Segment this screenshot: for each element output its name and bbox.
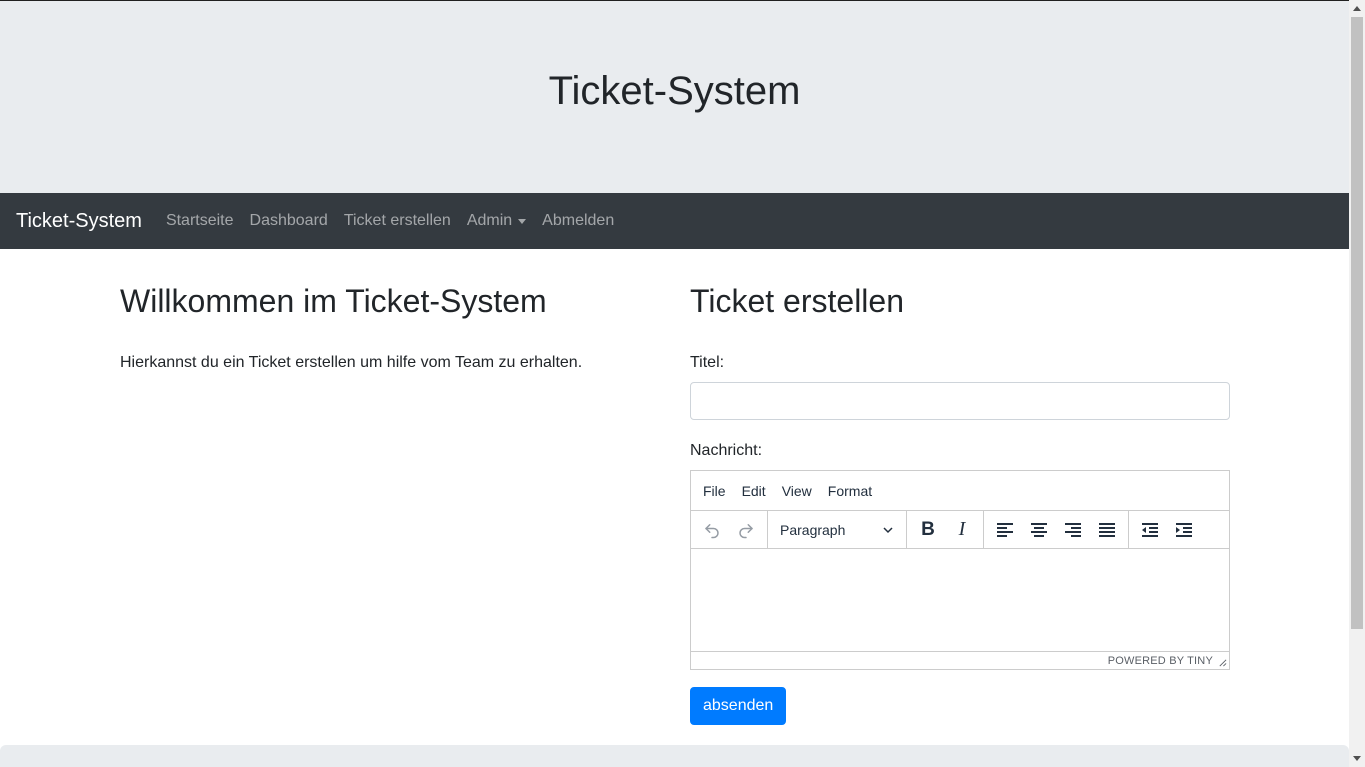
menu-format[interactable]: Format (820, 483, 880, 499)
editor-content-area[interactable] (691, 549, 1229, 651)
nav-link-dashboard[interactable]: Dashboard (250, 212, 328, 230)
menu-view[interactable]: View (774, 483, 820, 499)
title-label: Titel: (690, 354, 725, 372)
chevron-down-icon (883, 527, 893, 533)
form-heading: Ticket erstellen (690, 283, 904, 319)
submit-button[interactable]: absenden (690, 687, 787, 726)
nav-link-ticket-erstellen[interactable]: Ticket erstellen (344, 212, 451, 230)
formatting-group: B I (907, 511, 984, 549)
menu-file[interactable]: File (695, 483, 734, 499)
rich-text-editor: File Edit View Format Paragraph B I POWE… (690, 470, 1230, 671)
align-justify-icon[interactable] (1090, 515, 1124, 545)
main-navbar: Ticket-System Startseite Dashboard Ticke… (0, 193, 1349, 249)
scroll-down-icon[interactable] (1349, 751, 1365, 767)
indent-group (1129, 511, 1205, 548)
indent-icon[interactable] (1167, 515, 1201, 545)
outdent-icon[interactable] (1133, 515, 1167, 545)
nav-link-abmelden[interactable]: Abmelden (542, 212, 614, 230)
editor-menubar: File Edit View Format (691, 471, 1229, 510)
editor-toolbar: Paragraph B I (691, 510, 1229, 550)
powered-by-link[interactable]: POWERED BY TINY (1108, 655, 1213, 667)
redo-icon[interactable] (729, 515, 763, 545)
navbar-brand[interactable]: Ticket-System (16, 210, 142, 233)
jumbotron-header: Ticket-System (0, 1, 1349, 193)
italic-icon[interactable]: I (945, 515, 979, 545)
welcome-heading: Willkommen im Ticket-System (120, 283, 547, 319)
align-right-icon[interactable] (1056, 515, 1090, 545)
ticket-form: Ticket erstellen Titel: Nachricht: File … (690, 282, 1230, 726)
nav-dropdown-admin-label: Admin (466, 212, 513, 229)
page-title: Ticket-System (548, 69, 801, 113)
block-format-value: Paragraph (780, 521, 846, 538)
welcome-text: Hierkannst du ein Ticket erstellen um hi… (120, 354, 583, 372)
align-left-icon[interactable] (988, 515, 1022, 545)
editor-statusbar: POWERED BY TINY (691, 651, 1229, 669)
vertical-scrollbar[interactable] (1349, 0, 1365, 767)
undo-icon[interactable] (695, 515, 729, 545)
title-input[interactable] (690, 382, 1230, 421)
bold-icon[interactable]: B (911, 515, 945, 545)
nav-dropdown-admin[interactable]: Admin (466, 212, 527, 230)
alignment-group (984, 511, 1129, 549)
nav-link-startseite[interactable]: Startseite (166, 212, 234, 230)
scroll-up-icon[interactable] (1349, 0, 1365, 16)
page-footer (0, 745, 1349, 767)
history-group (691, 511, 768, 549)
block-format-group: Paragraph (768, 511, 907, 549)
menu-edit[interactable]: Edit (734, 483, 774, 499)
message-label: Nachricht: (690, 442, 763, 460)
block-format-select[interactable]: Paragraph (772, 515, 902, 545)
align-center-icon[interactable] (1022, 515, 1056, 545)
caret-down-icon (518, 218, 527, 224)
welcome-section: Willkommen im Ticket-System Hierkannst d… (120, 282, 660, 375)
scrollbar-thumb[interactable] (1351, 17, 1363, 629)
resize-handle-icon[interactable] (1218, 658, 1227, 667)
